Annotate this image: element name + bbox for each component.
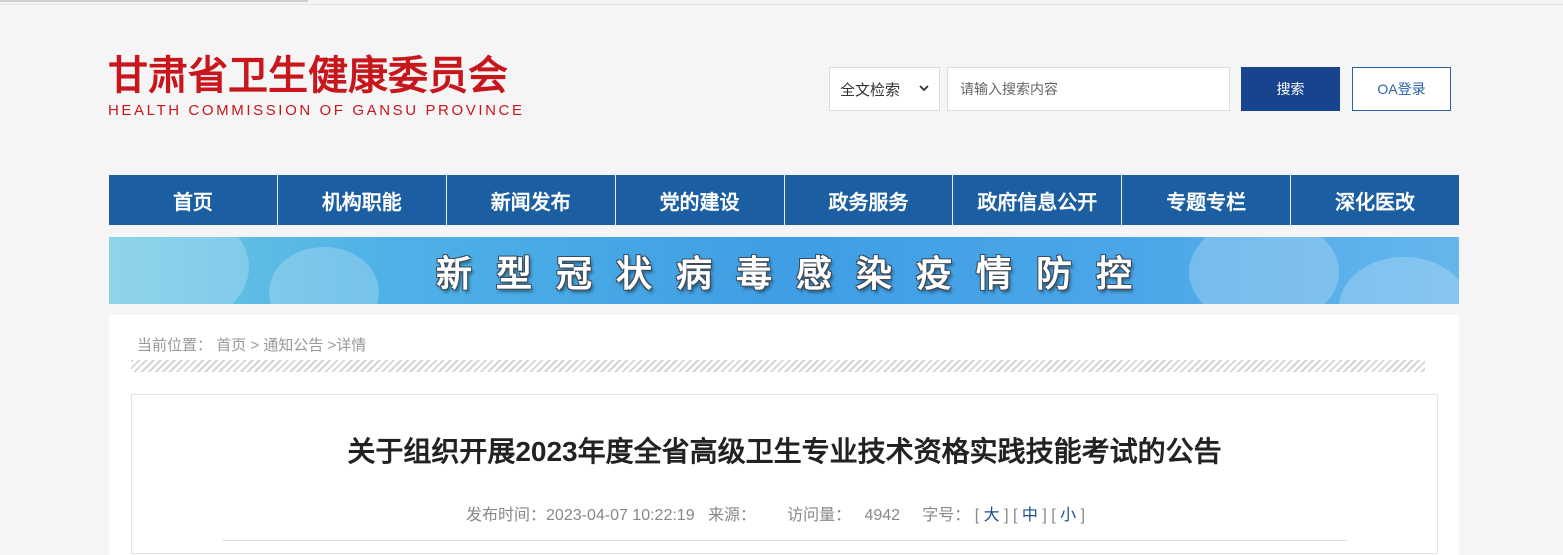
breadcrumb-prefix: 当前位置： [137,337,213,354]
font-size-label: 字号： [922,507,971,524]
banner-title: 新型冠状病毒感染疫情防控 [435,252,1156,295]
meta-divider [222,540,1347,541]
publish-time-label: 发布时间： [466,507,547,524]
main-nav: 首页 机构职能 新闻发布 党的建设 政务服务 政府信息公开 专题专栏 深化医改 [109,175,1459,225]
nav-item-news[interactable]: 新闻发布 [447,175,616,225]
breadcrumb-current: >详情 [327,337,367,354]
search-scope-value: 全文检索 [840,81,901,99]
top-divider [0,4,1563,5]
breadcrumb-home-link[interactable]: 首页 [216,337,246,354]
nav-item-party[interactable]: 党的建设 [616,175,785,225]
views-count: 4942 [864,507,901,524]
search-button[interactable]: 搜索 [1241,67,1340,111]
nav-item-topics[interactable]: 专题专栏 [1122,175,1292,225]
nav-item-services[interactable]: 政务服务 [785,175,954,225]
source-label: 来源： [707,507,756,524]
search-scope-select[interactable]: 全文检索 [829,67,940,111]
top-decorative-strip [0,0,308,2]
breadcrumb: 当前位置： 首页 > 通知公告 >详情 [137,334,366,355]
nav-item-disclosure[interactable]: 政府信息公开 [953,175,1123,225]
article-meta: 发布时间：2023-04-07 10:22:19 来源： 访问量： 4942 字… [466,507,1086,524]
oa-login-button[interactable]: OA登录 [1352,67,1451,111]
hatched-divider [131,360,1425,372]
publish-time: 2023-04-07 10:22:19 [546,507,695,524]
font-size-medium-button[interactable]: 中 [1022,507,1038,524]
breadcrumb-separator: > [246,337,264,354]
article-title: 关于组织开展2023年度全省高级卫生专业技术资格实践技能考试的公告 [347,436,1222,467]
covid-banner[interactable]: 新型冠状病毒感染疫情防控 [109,237,1459,304]
nav-item-home[interactable]: 首页 [109,175,278,225]
nav-item-reform[interactable]: 深化医改 [1291,175,1459,225]
font-size-small-button[interactable]: 小 [1060,507,1076,524]
chevron-down-icon [919,85,929,92]
views-label: 访问量： [787,507,852,524]
breadcrumb-section-link[interactable]: 通知公告 [263,337,323,354]
search-input[interactable] [947,67,1230,111]
font-size-large-button[interactable]: 大 [984,507,1000,524]
logo-english-name: HEALTH COMMISSION OF GANSU PROVINCE [108,102,525,119]
logo-chinese-name: 甘肃省卫生健康委员会 [108,52,508,99]
site-logo[interactable]: 甘肃省卫生健康委员会 HEALTH COMMISSION OF GANSU PR… [108,52,525,119]
article-container [131,394,1438,554]
nav-item-organization[interactable]: 机构职能 [278,175,447,225]
